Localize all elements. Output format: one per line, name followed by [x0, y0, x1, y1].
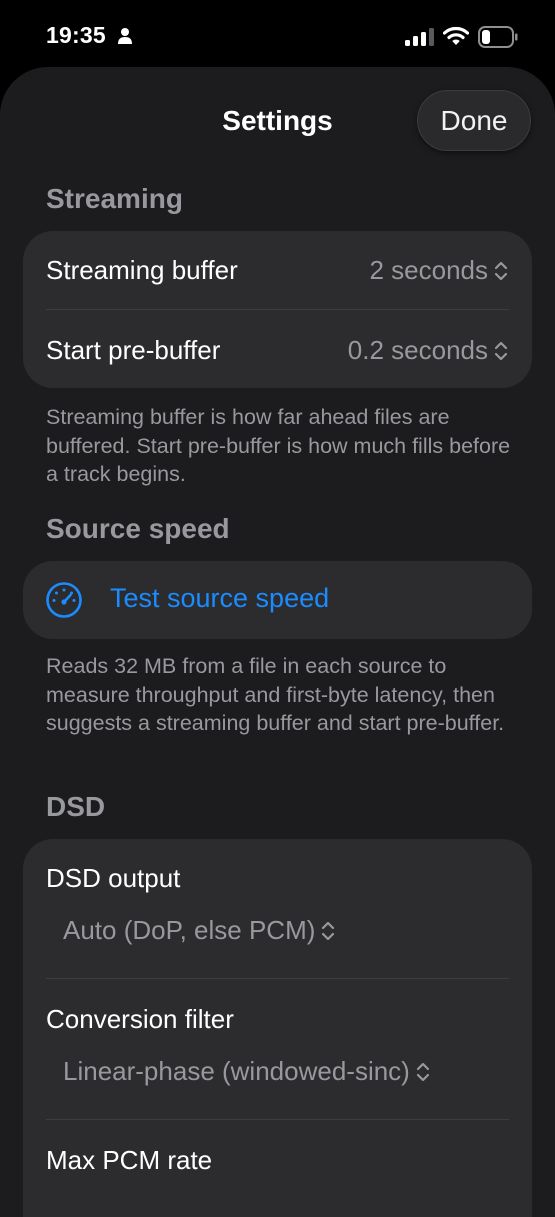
section-header-dsd: DSD	[46, 791, 106, 822]
source-speed-footnote: Reads 32 MB from a file in each source t…	[46, 654, 505, 735]
section-header-streaming: Streaming	[46, 183, 183, 214]
test-source-speed-button[interactable]: Test source speed	[23, 561, 532, 639]
row-value: Linear-phase (windowed-sinc)	[63, 1056, 430, 1087]
row-streaming-buffer[interactable]: Streaming buffer 2 seconds	[23, 231, 532, 309]
chevron-up-down-icon	[416, 1062, 429, 1081]
settings-sheet: Settings Done Streaming Streaming buffer…	[0, 67, 555, 1217]
row-value: 0.2 seconds	[348, 335, 508, 366]
row-label: Start pre-buffer	[46, 335, 221, 365]
section-header-source-speed: Source speed	[46, 513, 230, 544]
row-value: Auto (DoP, else PCM)	[63, 915, 335, 946]
row-dsd-output[interactable]: DSD output Auto (DoP, else PCM)	[23, 839, 532, 978]
test-source-speed-label: Test source speed	[110, 583, 330, 613]
row-label: Streaming buffer	[46, 255, 238, 285]
status-time: 19:35	[46, 22, 106, 48]
row-start-pre-buffer[interactable]: Start pre-buffer 0.2 seconds	[23, 310, 532, 388]
signal-icon	[405, 28, 434, 46]
row-label: DSD output	[46, 863, 181, 893]
streaming-footnote: Streaming buffer is how far ahead files …	[46, 405, 511, 486]
conversion-filter-value: Linear-phase (windowed-sinc)	[63, 1056, 410, 1086]
row-label: Conversion filter	[46, 1004, 234, 1034]
done-button[interactable]: Done	[417, 90, 531, 151]
battery-icon	[478, 26, 518, 48]
dsd-card: DSD output Auto (DoP, else PCM) Conversi…	[23, 839, 532, 1217]
chevron-up-down-icon	[322, 921, 335, 940]
status-bar: 19:35	[0, 0, 555, 70]
dsd-output-value: Auto (DoP, else PCM)	[63, 915, 316, 945]
streaming-buffer-value: 2 seconds	[369, 255, 488, 285]
speedometer-icon	[46, 582, 82, 618]
row-max-pcm-rate[interactable]: Max PCM rate	[23, 1120, 532, 1217]
chevron-up-down-icon	[494, 261, 508, 280]
chevron-up-down-icon	[494, 341, 508, 360]
wifi-icon	[443, 26, 469, 45]
start-pre-buffer-value: 0.2 seconds	[347, 335, 488, 365]
person-icon	[118, 28, 132, 44]
row-value: 2 seconds	[369, 255, 508, 286]
row-conversion-filter[interactable]: Conversion filter Linear-phase (windowed…	[23, 979, 532, 1119]
row-label: Max PCM rate	[46, 1145, 213, 1175]
streaming-card: Streaming buffer 2 seconds Start pre-buf…	[23, 231, 532, 388]
